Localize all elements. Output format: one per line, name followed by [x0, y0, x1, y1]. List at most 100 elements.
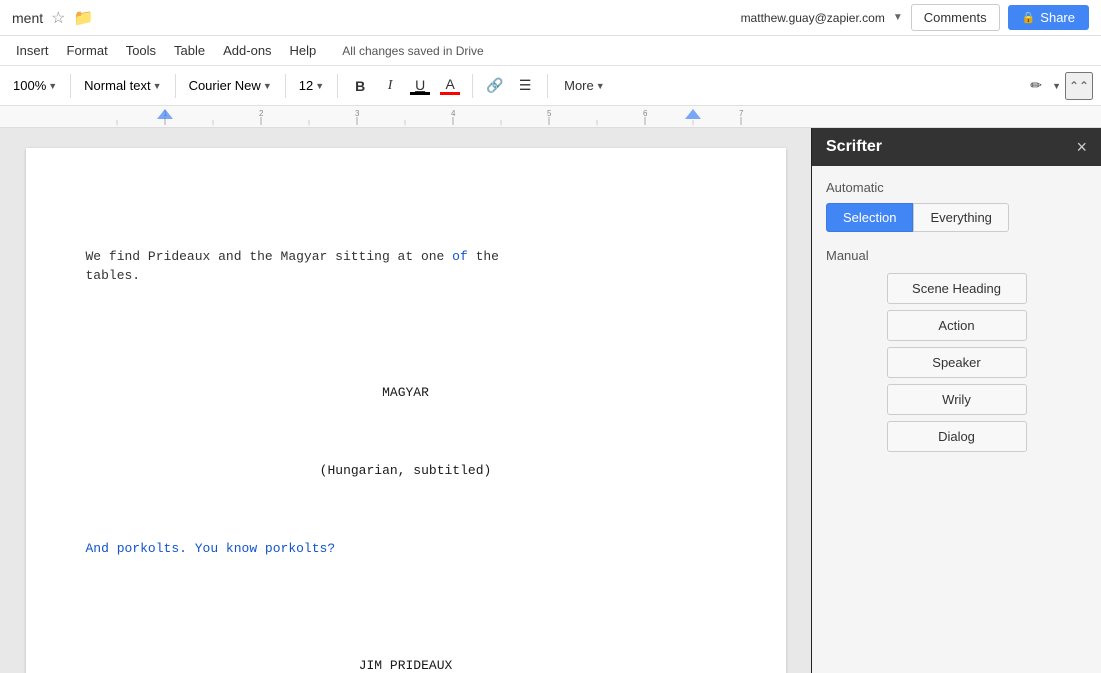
svg-text:5: 5 — [547, 109, 552, 118]
more-arrow: ▼ — [596, 81, 605, 91]
sep-2 — [175, 74, 176, 98]
link-button[interactable]: 🔗 — [481, 72, 509, 100]
character-name-1: MAGYAR — [382, 385, 429, 400]
paren-text-1: (Hungarian, subtitled) — [320, 463, 492, 478]
saved-status: All changes saved in Drive — [342, 44, 483, 58]
pen-group: ✏ ▼ — [1022, 72, 1061, 100]
font-select[interactable]: Courier New ▼ — [184, 74, 277, 97]
scrifter-title: Scrifter — [826, 138, 882, 156]
auto-buttons-group: Selection Everything — [826, 203, 1087, 232]
ruler-inner: 1 2 3 4 5 6 7 — [75, 107, 795, 125]
svg-text:4: 4 — [451, 109, 456, 118]
style-value: Normal text — [84, 78, 150, 93]
zoom-group: 100% ▼ — [8, 74, 62, 97]
menu-addons[interactable]: Add-ons — [215, 40, 279, 61]
doc-page: We find Prideaux and the Magyar sitting … — [26, 148, 786, 673]
style-arrow: ▼ — [153, 81, 162, 91]
selection-button[interactable]: Selection — [826, 203, 913, 232]
dialog-text-1: And porkolts. You know porkolts? — [86, 541, 336, 556]
format-group: B I U A — [346, 70, 464, 102]
dialog-button[interactable]: Dialog — [887, 421, 1027, 452]
font-value: Courier New — [189, 78, 261, 93]
scrifter-header: Scrifter × — [812, 128, 1101, 166]
action-text-1: We find Prideaux and the Magyar sitting … — [86, 249, 500, 284]
automatic-label: Automatic — [826, 180, 1087, 195]
script-paren-1: (Hungarian, subtitled) — [86, 461, 726, 481]
size-select[interactable]: 12 ▼ — [294, 74, 329, 97]
svg-text:6: 6 — [643, 109, 648, 118]
text-color-button[interactable]: A — [436, 70, 464, 102]
scrifter-body: Automatic Selection Everything Manual Sc… — [812, 166, 1101, 673]
menu-table[interactable]: Table — [166, 40, 213, 61]
menu-help[interactable]: Help — [282, 40, 325, 61]
everything-button[interactable]: Everything — [913, 203, 1008, 232]
ruler: 1 2 3 4 5 6 7 — [0, 106, 1101, 128]
menu-bar: Insert Format Tools Table Add-ons Help A… — [0, 36, 1101, 66]
doc-area[interactable]: We find Prideaux and the Magyar sitting … — [0, 128, 811, 673]
sep-4 — [337, 74, 338, 98]
font-group: Courier New ▼ — [184, 74, 277, 97]
more-button[interactable]: More ▼ — [556, 75, 613, 96]
style-select[interactable]: Normal text ▼ — [79, 74, 166, 97]
sep-1 — [70, 74, 71, 98]
zoom-arrow: ▼ — [48, 81, 57, 91]
manual-label: Manual — [826, 248, 1087, 263]
script-action-1: We find Prideaux and the Magyar sitting … — [86, 247, 726, 286]
size-group: 12 ▼ — [294, 74, 329, 97]
size-value: 12 — [299, 78, 313, 93]
user-email: matthew.guay@zapier.com — [741, 11, 885, 25]
top-bar-left: ment ☆ 📁 — [12, 8, 93, 28]
sep-3 — [285, 74, 286, 98]
manual-buttons-group: Scene Heading Action Speaker Wrily Dialo… — [826, 273, 1087, 452]
doc-title: ment — [12, 10, 43, 26]
pen-arrow[interactable]: ▼ — [1052, 81, 1061, 91]
top-bar-right: matthew.guay@zapier.com ▼ Comments 🔒 Sha… — [741, 4, 1089, 31]
star-icon[interactable]: ☆ — [51, 8, 65, 28]
svg-text:7: 7 — [739, 109, 744, 118]
scrifter-close-button[interactable]: × — [1076, 138, 1087, 156]
style-group: Normal text ▼ — [79, 74, 166, 97]
text-color-bar — [440, 92, 460, 95]
font-arrow: ▼ — [263, 81, 272, 91]
action-button[interactable]: Action — [887, 310, 1027, 341]
doc-content[interactable]: We find Prideaux and the Magyar sitting … — [86, 188, 726, 673]
italic-button[interactable]: I — [376, 72, 404, 100]
folder-icon[interactable]: 📁 — [73, 8, 93, 28]
user-dropdown-arrow[interactable]: ▼ — [893, 12, 903, 23]
scene-heading-button[interactable]: Scene Heading — [887, 273, 1027, 304]
sep-6 — [547, 74, 548, 98]
underline-color-indicator — [410, 92, 430, 95]
zoom-value: 100% — [13, 78, 46, 93]
script-character-2: JIM PRIDEAUX — [86, 656, 726, 673]
link-group: 🔗 ☰ — [481, 72, 539, 100]
bold-button[interactable]: B — [346, 72, 374, 100]
svg-text:3: 3 — [355, 109, 360, 118]
script-character-1: MAGYAR — [86, 383, 726, 403]
character-name-2: JIM PRIDEAUX — [359, 658, 453, 673]
comments-button[interactable]: Comments — [911, 4, 1000, 31]
text-color-label: A — [445, 76, 454, 92]
expand-button[interactable]: ⌃⌃ — [1065, 72, 1093, 100]
wrily-button[interactable]: Wrily — [887, 384, 1027, 415]
zoom-select[interactable]: 100% ▼ — [8, 74, 62, 97]
menu-tools[interactable]: Tools — [118, 40, 164, 61]
comment-button[interactable]: ☰ — [511, 72, 539, 100]
scrifter-panel: Scrifter × Automatic Selection Everythin… — [811, 128, 1101, 673]
menu-format[interactable]: Format — [59, 40, 116, 61]
top-bar: ment ☆ 📁 matthew.guay@zapier.com ▼ Comme… — [0, 0, 1101, 36]
share-label: Share — [1040, 10, 1075, 25]
script-dialog-1: And porkolts. You know porkolts? — [86, 539, 726, 559]
main-layout: We find Prideaux and the Magyar sitting … — [0, 128, 1101, 673]
menu-insert[interactable]: Insert — [8, 40, 57, 61]
share-button[interactable]: 🔒 Share — [1008, 5, 1089, 30]
underline-button[interactable]: U — [406, 72, 434, 100]
more-label: More — [564, 78, 594, 93]
ruler-svg: 1 2 3 4 5 6 7 — [75, 107, 795, 125]
speaker-button[interactable]: Speaker — [887, 347, 1027, 378]
toolbar: 100% ▼ Normal text ▼ Courier New ▼ 12 ▼ … — [0, 66, 1101, 106]
lock-icon: 🔒 — [1022, 11, 1036, 24]
sep-5 — [472, 74, 473, 98]
size-arrow: ▼ — [315, 81, 324, 91]
pen-button[interactable]: ✏ — [1022, 72, 1050, 100]
underline-label: U — [415, 77, 425, 93]
